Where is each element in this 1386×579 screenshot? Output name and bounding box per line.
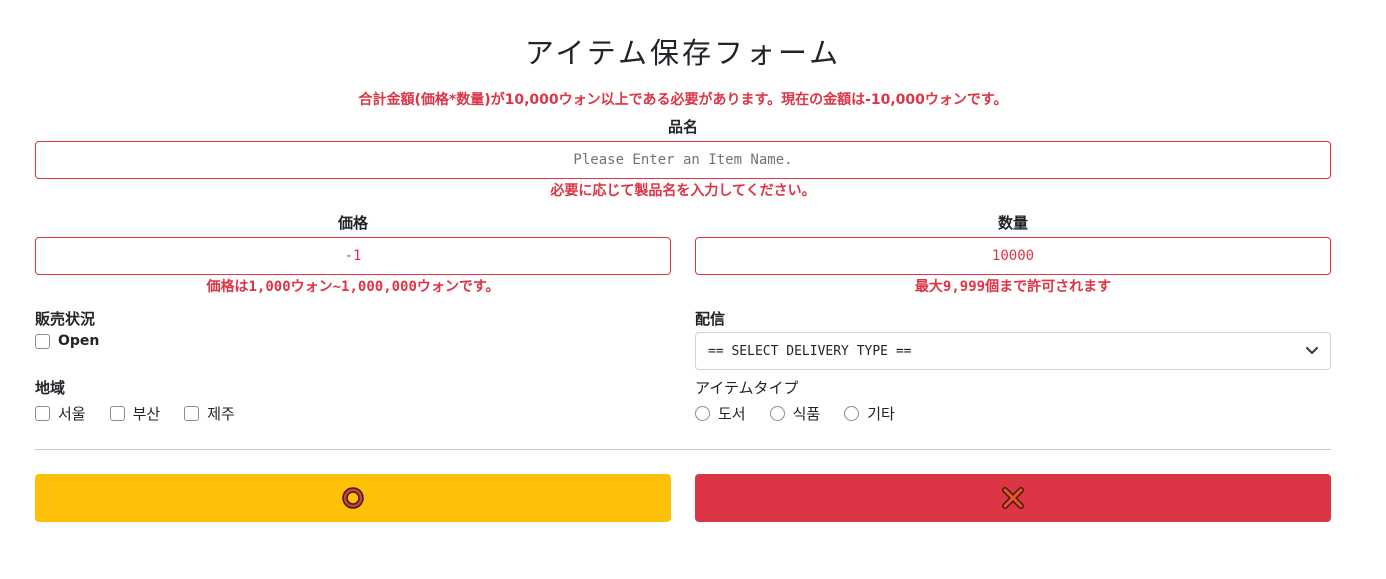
- checkbox-box[interactable]: [109, 405, 125, 421]
- region-group: 地域 서울 부산 제주: [35, 378, 671, 423]
- page-title: アイテム保存フォーム: [524, 36, 842, 70]
- sale-status-open-label: Open: [58, 333, 100, 349]
- sale-status-open-checkbox[interactable]: Open: [35, 333, 99, 349]
- checkbox-box[interactable]: [35, 333, 50, 349]
- sale-status-label: 販売状況: [35, 310, 96, 328]
- item-type-option-label: 식품: [792, 404, 821, 423]
- delivery-select[interactable]: == SELECT DELIVERY TYPE ==: [695, 332, 1331, 370]
- delivery-label: 配信: [695, 310, 726, 328]
- region-option-seoul[interactable]: 서울: [35, 403, 86, 424]
- radio-circle[interactable]: [844, 405, 860, 421]
- item-form: アイテム保存フォーム 合計金額(価格*数量)が10,000ウォン以上である必要が…: [35, 0, 1331, 522]
- divider: [35, 449, 1331, 450]
- price-error: 価格は1,000ウォン~1,000,000ウォンです。: [206, 279, 500, 295]
- item-type-group: アイテムタイプ 도서 식품 기타: [695, 378, 1331, 423]
- quantity-input[interactable]: [695, 237, 1331, 275]
- item-name-input[interactable]: [35, 141, 1331, 179]
- region-label: 地域: [35, 379, 66, 397]
- item-type-option-label: 도서: [718, 404, 746, 423]
- region-option-busan[interactable]: 부산: [109, 403, 161, 424]
- delivery-group: 配信 == SELECT DELIVERY TYPE ==: [695, 309, 1331, 370]
- sale-status-group: 販売状況 Open: [35, 309, 671, 370]
- quantity-error: 最大9,999個まで許可されます: [914, 279, 1112, 295]
- item-type-label: アイテムタイプ: [695, 379, 799, 397]
- checkbox-box[interactable]: [35, 405, 50, 421]
- quantity-label: 数量: [997, 214, 1028, 232]
- item-name-label: 品名: [667, 118, 698, 136]
- radio-circle[interactable]: [695, 405, 710, 421]
- item-type-option-etc[interactable]: 기타: [844, 403, 895, 424]
- price-label: 価格: [337, 214, 368, 232]
- region-option-label: 부산: [132, 404, 161, 423]
- radio-circle[interactable]: [769, 405, 785, 421]
- delivery-selected-value: == SELECT DELIVERY TYPE ==: [708, 343, 912, 359]
- checkbox-box[interactable]: [184, 405, 200, 421]
- price-input[interactable]: [35, 237, 671, 275]
- region-option-label: 제주: [207, 404, 235, 423]
- item-type-option-food[interactable]: 식품: [769, 403, 821, 424]
- global-error-message: 合計金額(価格*数量)が10,000ウォン以上である必要があります。現在の金額は…: [358, 92, 1008, 108]
- item-type-option-label: 기타: [867, 404, 895, 423]
- item-name-error: 必要に応じて製品名を入力してください。: [550, 183, 816, 199]
- x-icon: [1002, 487, 1024, 509]
- circle-icon: [342, 487, 364, 509]
- price-group: 価格 価格は1,000ウォン~1,000,000ウォンです。: [35, 213, 671, 297]
- chevron-down-icon: [1306, 347, 1318, 354]
- region-option-jeju[interactable]: 제주: [184, 403, 235, 424]
- cancel-button[interactable]: [695, 474, 1331, 522]
- quantity-group: 数量 最大9,999個まで許可されます: [695, 213, 1331, 297]
- item-type-option-book[interactable]: 도서: [695, 403, 746, 424]
- submit-button[interactable]: [35, 474, 671, 522]
- region-option-label: 서울: [58, 404, 86, 423]
